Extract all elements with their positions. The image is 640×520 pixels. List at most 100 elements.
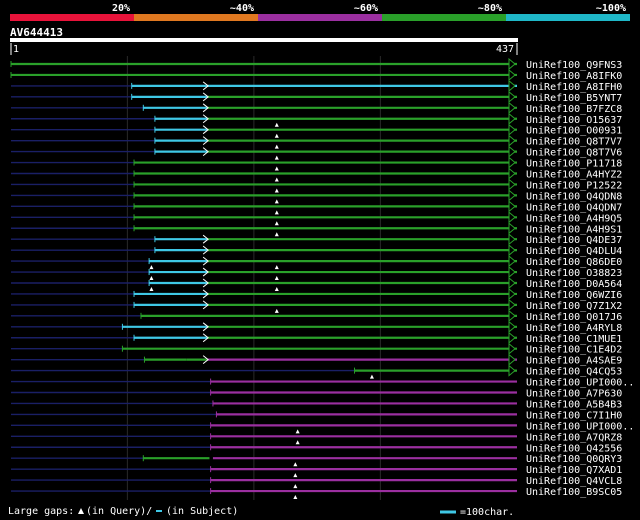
gaps-label-query: (in Query)/: [86, 506, 152, 517]
query-gap-marker: [274, 210, 279, 215]
hit-row[interactable]: UniRef100_Q9FNS3: [10, 57, 622, 71]
hit-label[interactable]: UniRef100_Q8T7V6: [526, 148, 622, 159]
hit-label[interactable]: UniRef100_C7I1H0: [526, 410, 622, 421]
arrow-end-icon: [508, 156, 516, 169]
hit-label[interactable]: UniRef100_Q4DE37: [526, 235, 622, 246]
hit-label[interactable]: UniRef100_C1MUE1: [526, 334, 622, 345]
hit-label[interactable]: UniRef100_A5B4B3: [526, 399, 622, 410]
hit-row[interactable]: UniRef100_B9SC05: [11, 487, 622, 500]
query-gap-marker: [274, 133, 279, 138]
hit-label[interactable]: UniRef100_A4HYZ2: [526, 170, 622, 181]
hit-list: UniRef100_Q9FNS3UniRef100_A8IFK0UniRef10…: [10, 57, 634, 500]
query-gap-marker: [149, 287, 154, 291]
query-gap-marker: [274, 166, 279, 171]
hit-label[interactable]: UniRef100_Q7XAD1: [526, 465, 622, 476]
hit-label[interactable]: UniRef100_A4SAE9: [526, 356, 622, 367]
hit-row[interactable]: UniRef100_A4RYL8: [11, 320, 622, 334]
hit-row[interactable]: UniRef100_C1MUE1: [11, 331, 622, 345]
arrow-end-icon: [508, 145, 516, 158]
hit-label[interactable]: UniRef100_Q7Z1X2: [526, 301, 622, 312]
hit-label[interactable]: UniRef100_Q4QDN7: [526, 202, 622, 213]
legend-segment: [506, 14, 630, 21]
legend-segment: [134, 14, 258, 21]
arrow-end-icon: [508, 342, 516, 355]
hit-label[interactable]: UniRef100_UPI000..: [526, 378, 634, 389]
hit-label[interactable]: UniRef100_A4H9Q5: [526, 213, 622, 224]
arrow-end-icon: [508, 57, 516, 71]
hit-label[interactable]: UniRef100_P11718: [526, 159, 622, 170]
arrow-end-icon: [508, 244, 516, 257]
arrow-end-icon: [508, 255, 516, 268]
hit-row[interactable]: UniRef100_A8IFK0: [10, 68, 622, 82]
hit-label[interactable]: UniRef100_Q0QRY3: [526, 454, 622, 465]
hit-row[interactable]: UniRef100_A8IFH0: [11, 79, 622, 93]
hit-row[interactable]: UniRef100_Q6WZI6: [11, 287, 622, 301]
hit-label[interactable]: UniRef100_Q9FNS3: [526, 60, 622, 71]
query-id: AV644413: [10, 26, 63, 39]
arrow-end-icon: [508, 320, 516, 333]
hit-label[interactable]: UniRef100_A4RYL8: [526, 323, 622, 334]
arrow-end-icon: [508, 211, 516, 224]
legend-label: ~60%: [354, 3, 378, 14]
hit-label[interactable]: UniRef100_B5YNT7: [526, 93, 622, 104]
hit-label[interactable]: UniRef100_Q86DE0: [526, 257, 622, 268]
hit-label[interactable]: UniRef100_O00931: [526, 126, 622, 137]
arrow-end-icon: [508, 200, 516, 213]
hit-row[interactable]: UniRef100_A4SAE9: [11, 353, 622, 367]
hit-label[interactable]: UniRef100_A8IFK0: [526, 71, 622, 82]
query-gap-marker: [274, 276, 279, 281]
hit-row[interactable]: UniRef100_Q42556: [11, 443, 622, 454]
legend-label: ~100%: [596, 3, 626, 14]
hit-label[interactable]: UniRef100_A7QRZ8: [526, 432, 622, 443]
query-end-label: 437: [496, 44, 514, 55]
hit-label[interactable]: UniRef100_D0A564: [526, 279, 622, 290]
hit-label[interactable]: UniRef100_Q4VCL8: [526, 476, 622, 487]
arrow-end-icon: [508, 90, 516, 103]
arrow-end-icon: [508, 265, 516, 279]
hit-label[interactable]: UniRef100_P12522: [526, 180, 622, 191]
hit-row[interactable]: UniRef100_B7FZC8: [11, 101, 622, 115]
hit-label[interactable]: UniRef100_Q42556: [526, 443, 622, 454]
arrow-end-icon: [508, 331, 516, 344]
hit-label[interactable]: UniRef100_B7FZC8: [526, 104, 622, 115]
arrow-end-icon: [508, 287, 516, 301]
hit-row[interactable]: UniRef100_Q4DE37: [11, 233, 622, 246]
arrow-end-icon: [508, 364, 516, 377]
identity-legend-bar: 20% ~40% ~60% ~80% ~100%: [10, 3, 630, 21]
gaps-label-prefix: Large gaps:: [8, 506, 74, 517]
legend-label: 20%: [112, 3, 130, 14]
hit-label[interactable]: UniRef100_Q8T7V7: [526, 137, 622, 148]
legend-label: ~80%: [478, 3, 502, 14]
arrow-end-icon: [508, 112, 516, 125]
hit-label[interactable]: UniRef100_A7P630: [526, 389, 622, 400]
query-gap-icon: [78, 508, 84, 514]
hit-row[interactable]: UniRef100_C1E4D2: [11, 342, 622, 356]
hit-label[interactable]: UniRef100_A8IFH0: [526, 82, 622, 93]
hit-row[interactable]: UniRef100_A7P630: [11, 389, 622, 400]
hit-label[interactable]: UniRef100_B9SC05: [526, 487, 622, 498]
hit-label[interactable]: UniRef100_Q4CQ53: [526, 367, 622, 378]
query-gap-marker: [149, 265, 154, 270]
hit-label[interactable]: UniRef100_Q017J6: [526, 312, 622, 323]
hit-label[interactable]: UniRef100_Q4QDN8: [526, 191, 622, 202]
hit-label[interactable]: UniRef100_A4H9S1: [526, 224, 622, 235]
hit-label[interactable]: UniRef100_O38823: [526, 268, 622, 279]
hit-row[interactable]: UniRef100_C7I1H0: [11, 410, 622, 421]
hit-label[interactable]: UniRef100_Q6WZI6: [526, 290, 622, 301]
query-gap-marker: [293, 484, 298, 489]
hit-label[interactable]: UniRef100_UPI000..: [526, 421, 634, 432]
hit-label[interactable]: UniRef100_O15637: [526, 115, 622, 126]
hit-label[interactable]: UniRef100_C1E4D2: [526, 345, 622, 356]
legend-segment: [258, 14, 382, 21]
arrow-end-icon: [508, 167, 516, 180]
hit-row[interactable]: UniRef100_UPI000..: [11, 378, 634, 389]
hit-row[interactable]: UniRef100_Q4DLU4: [11, 244, 622, 257]
arrow-end-icon: [508, 309, 516, 322]
query-bar: [10, 38, 518, 42]
hit-row[interactable]: UniRef100_A5B4B3: [11, 399, 622, 410]
hit-row[interactable]: UniRef100_Q017J6: [11, 309, 622, 323]
query-gap-marker: [274, 221, 279, 226]
hit-label[interactable]: UniRef100_Q4DLU4: [526, 246, 622, 257]
hit-row[interactable]: UniRef100_B5YNT7: [11, 90, 622, 104]
arrow-end-icon: [508, 68, 516, 82]
